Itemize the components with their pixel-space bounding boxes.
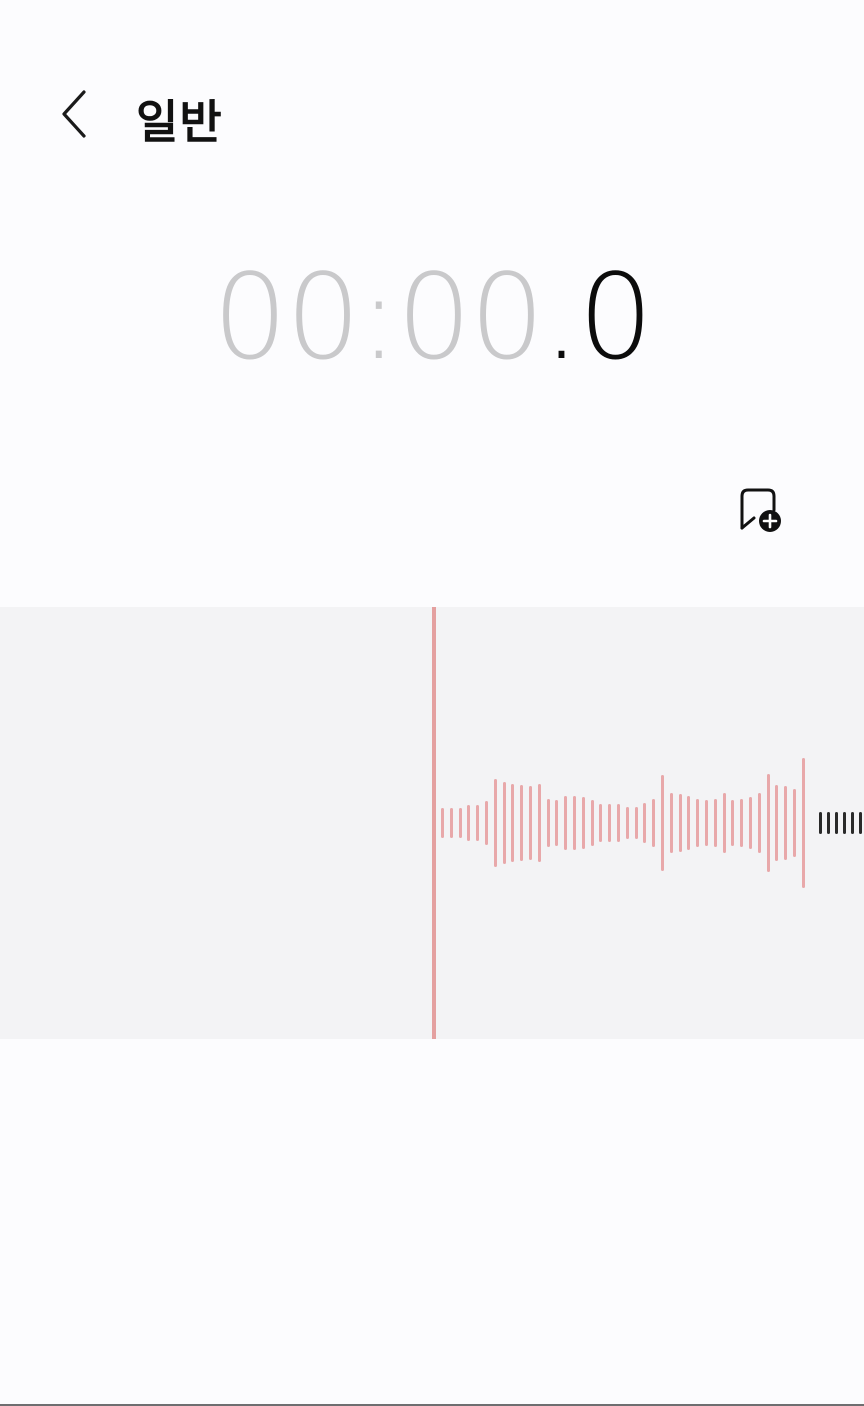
timer-separator: : — [358, 248, 399, 386]
waveform-bar-recorded — [485, 801, 488, 845]
waveform-bar-recorded — [625, 806, 629, 840]
elapsed-time-display: 00:00.0 — [0, 248, 864, 386]
waveform-bar-recorded — [661, 775, 664, 871]
waveform-bar-pending — [826, 812, 831, 834]
waveform-bar-recorded — [669, 793, 673, 853]
waveform-bar-recorded — [793, 789, 796, 857]
waveform-bar-recorded — [458, 808, 462, 838]
waveform-bar-recorded — [678, 794, 682, 852]
waveform-bar-recorded — [722, 793, 726, 853]
waveform-bar-recorded — [652, 798, 656, 848]
waveform-bar-recorded — [643, 802, 647, 844]
waveform-bar-recorded — [564, 795, 568, 851]
waveform-bar-recorded — [784, 786, 788, 860]
waveform-bar-recorded — [537, 783, 541, 863]
waveform-bar-pending — [834, 812, 839, 834]
back-button[interactable] — [44, 80, 108, 152]
waveform-bar-recorded — [449, 808, 453, 838]
waveform-bar-recorded — [476, 805, 480, 841]
waveform-bar-recorded — [687, 795, 691, 851]
add-bookmark-button[interactable] — [732, 484, 788, 540]
waveform-bar-recorded — [590, 799, 594, 847]
timer-decimal-point: . — [542, 248, 580, 386]
waveform-bar-recorded — [749, 797, 752, 849]
waveform-bar-recorded — [529, 786, 532, 860]
waveform-bar-pending — [850, 812, 855, 834]
waveform-bar-recorded — [801, 757, 805, 889]
waveform-bar-recorded — [608, 803, 612, 843]
top-app-bar: 일반 — [0, 0, 864, 240]
waveform-bar-recorded — [775, 784, 779, 862]
waveform-bar-recorded — [740, 798, 744, 848]
waveform-bar-recorded — [599, 803, 603, 843]
waveform-bar-recorded — [757, 793, 761, 853]
waveform-bar-recorded — [555, 799, 559, 847]
waveform-bar-recorded — [617, 803, 620, 843]
waveform-bar-recorded — [467, 805, 471, 841]
waveform-bar-recorded — [705, 799, 708, 847]
waveform-panel[interactable] — [0, 607, 864, 1039]
timer-seconds: 00 — [396, 248, 545, 386]
waveform-bar-recorded — [502, 782, 506, 864]
waveform-bar-recorded — [573, 795, 576, 851]
waveform-bar-pending — [842, 812, 847, 834]
waveform-bar-recorded — [493, 779, 497, 867]
waveform-bar-recorded — [696, 798, 700, 848]
waveform-bar-recorded — [441, 808, 444, 838]
page-title: 일반 — [136, 95, 223, 149]
waveform-bar-recorded — [520, 784, 524, 862]
bookmark-add-icon — [732, 488, 788, 544]
waveform-bar-recorded — [634, 806, 638, 840]
playhead-line[interactable] — [432, 607, 436, 1039]
chevron-left-icon — [58, 88, 94, 144]
timer-tenths: 0 — [578, 248, 653, 386]
waveform-bar-recorded — [731, 799, 735, 847]
timer-minutes: 00 — [212, 248, 361, 386]
waveform-bar-recorded — [511, 783, 515, 863]
waveform-bar-pending — [858, 812, 863, 834]
waveform-bar-pending — [818, 812, 823, 834]
waveform-bar-recorded — [546, 798, 550, 848]
waveform-bar-recorded — [766, 774, 770, 872]
waveform-bar-recorded — [713, 798, 717, 848]
waveform-bar-recorded — [581, 797, 585, 849]
